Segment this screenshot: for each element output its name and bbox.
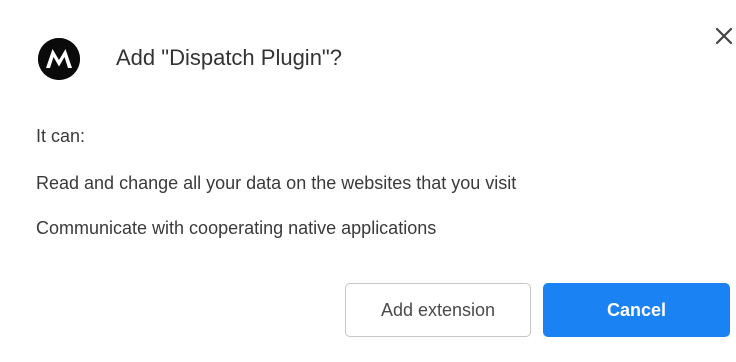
- add-extension-button[interactable]: Add extension: [345, 283, 531, 337]
- dialog-title: Add "Dispatch Plugin"?: [116, 45, 342, 70]
- permissions-heading: It can:: [36, 126, 86, 146]
- extension-install-dialog: Add "Dispatch Plugin"? It can: Read and …: [0, 0, 736, 362]
- close-button[interactable]: [712, 24, 736, 48]
- close-icon: [715, 27, 733, 45]
- motorola-logo-icon: [38, 38, 80, 80]
- cancel-button[interactable]: Cancel: [543, 283, 730, 337]
- permission-item: Communicate with cooperating native appl…: [36, 218, 437, 238]
- permission-item: Read and change all your data on the web…: [36, 173, 517, 193]
